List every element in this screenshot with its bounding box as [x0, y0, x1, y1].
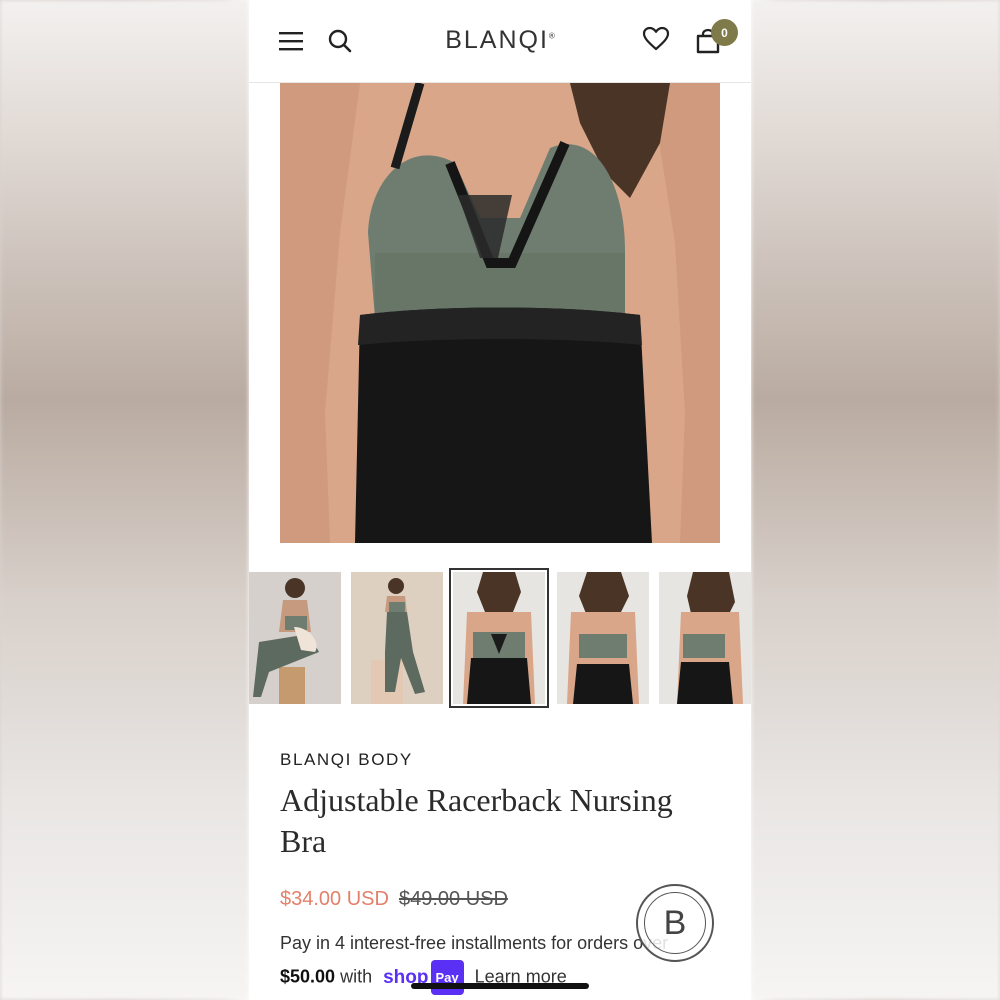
brand-logo-text: BLANQI: [445, 26, 549, 54]
thumbnail-strip: [249, 568, 751, 708]
thumbnail-2[interactable]: [351, 572, 443, 704]
thumbnail-photo: [453, 572, 545, 704]
legging-body: [355, 307, 652, 543]
site-header: BLANQI® 0: [249, 0, 751, 83]
thumbnail-photo: [249, 572, 341, 704]
thumbnail-photo: [351, 572, 443, 704]
home-indicator[interactable]: [411, 983, 589, 989]
thumbnail-photo: [557, 572, 649, 704]
installments-with: with: [340, 966, 373, 987]
shop-pay-shop: shop: [383, 967, 429, 988]
phone-screen: BLANQI® 0 BLANQI BODY Adjustable Racerba…: [249, 0, 751, 1000]
registered-mark: ®: [548, 31, 555, 41]
product-main-image[interactable]: [280, 83, 720, 543]
thumbnail-4[interactable]: [557, 572, 649, 704]
b-badge-letter: B: [644, 892, 706, 954]
thumbnail-photo: [659, 572, 751, 704]
installments-text: Pay in 4 interest-free installments for …: [280, 933, 669, 953]
product-title-line-1: Adjustable Racerback Nursing: [280, 782, 673, 818]
wishlist-button[interactable]: [641, 24, 671, 54]
product-photo: [280, 83, 720, 543]
product-title: Adjustable Racerback Nursing Bra: [280, 780, 700, 862]
background-right-blur: [751, 0, 1000, 1000]
heart-icon: [642, 26, 670, 51]
original-price: $49.00 USD: [398, 888, 508, 910]
shop-pay-pay: Pay: [430, 960, 464, 995]
price-row: $34.00 USD $49.00 USD: [280, 888, 508, 911]
thumbnail-3-active[interactable]: [449, 568, 549, 708]
floating-b-badge[interactable]: B: [636, 884, 714, 962]
brand-logo[interactable]: BLANQI®: [249, 26, 751, 55]
product-title-line-2: Bra: [280, 823, 327, 859]
thumbnail-5[interactable]: [659, 572, 751, 704]
thumbnail-1[interactable]: [249, 572, 341, 704]
product-brand[interactable]: BLANQI BODY: [280, 750, 413, 770]
background-left-blur: [0, 0, 249, 1000]
shop-pay-logo: shop Pay: [383, 960, 464, 995]
installments-threshold: $50.00: [280, 966, 336, 987]
sale-price: $34.00 USD: [280, 888, 389, 910]
cart-count-badge: 0: [711, 19, 738, 46]
